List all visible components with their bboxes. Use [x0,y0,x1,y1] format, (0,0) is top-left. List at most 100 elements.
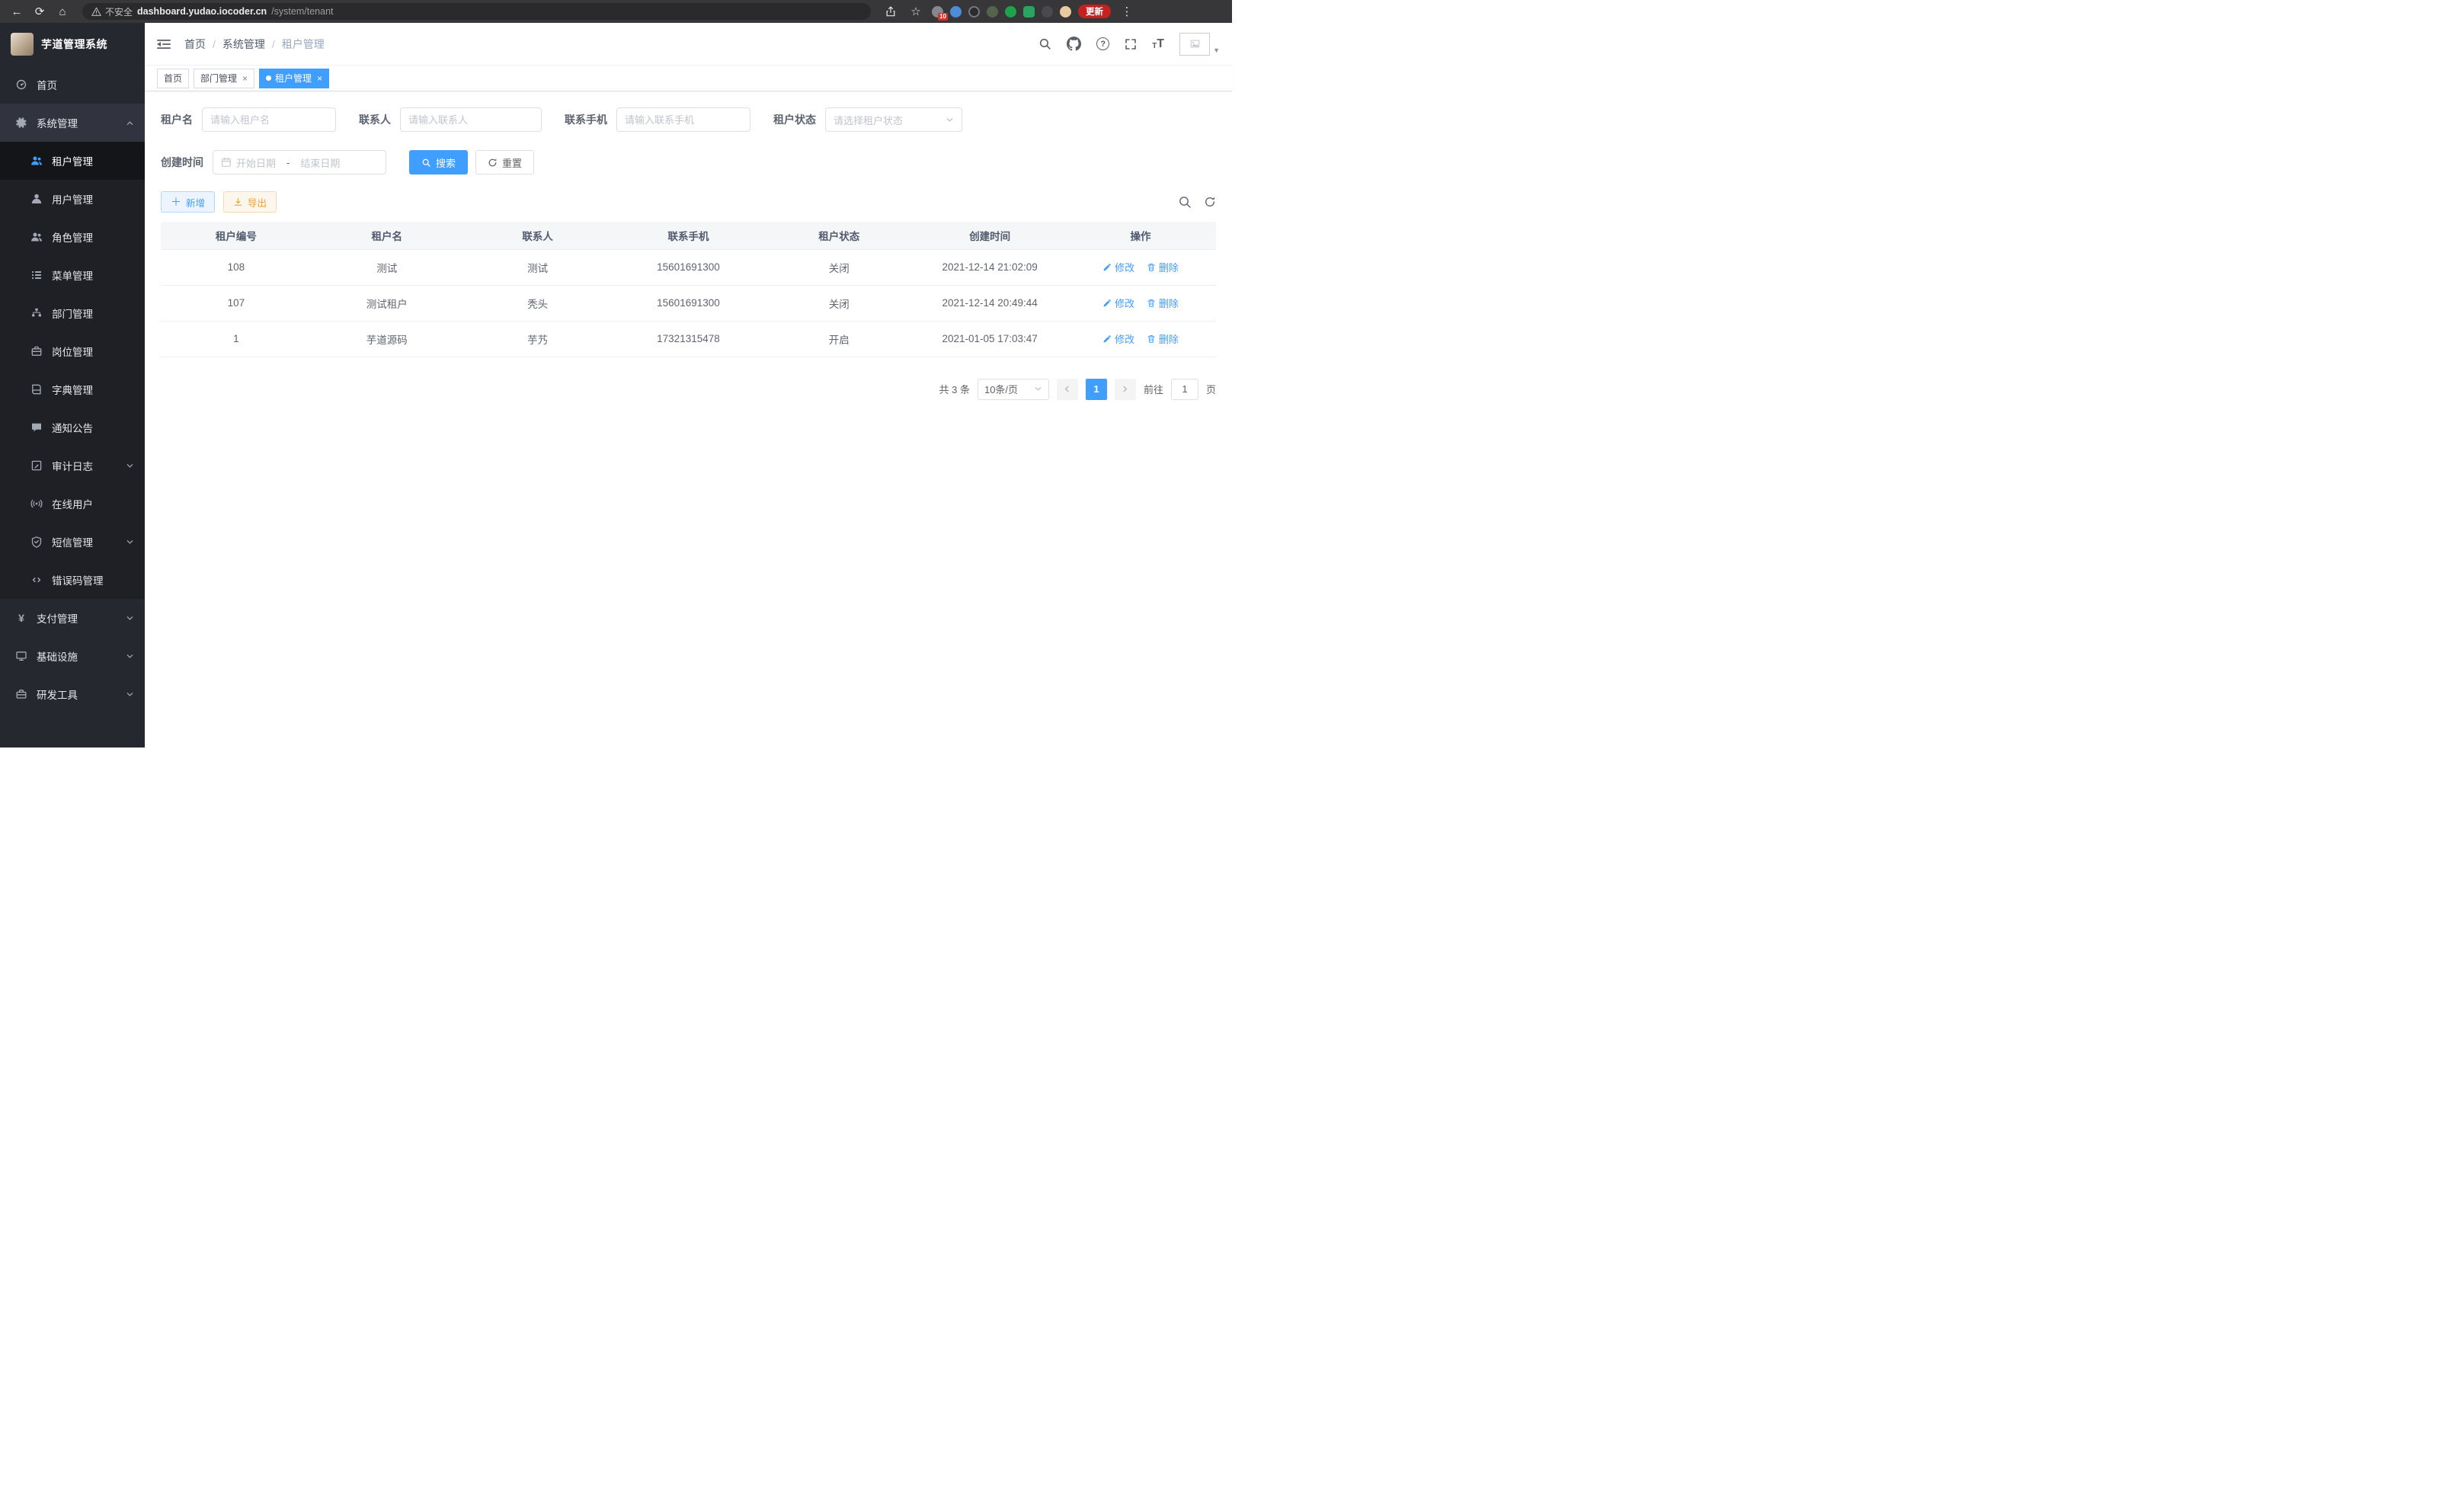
address-bar[interactable]: 不安全 dashboard.yudao.iocoder.cn/system/te… [82,3,871,20]
mini-search-icon[interactable] [1178,195,1192,209]
edit-link[interactable]: 修改 [1102,260,1134,274]
delete-link[interactable]: 删除 [1147,331,1179,346]
extension-icon-6[interactable] [1023,6,1035,18]
roles-icon [30,231,43,243]
cell-contact: 秃头 [462,285,613,321]
delete-link[interactable]: 删除 [1147,296,1179,310]
status-select[interactable]: 请选择租户状态 [825,107,962,132]
tab-home[interactable]: 首页 [157,69,189,88]
page-size-value: 10条/页 [984,382,1018,396]
table-header-row: 租户编号 租户名 联系人 联系手机 租户状态 创建时间 操作 [161,222,1216,249]
sidebar-item-dict[interactable]: 字典管理 [0,370,145,408]
contact-field[interactable] [400,107,542,132]
page-number-button[interactable]: 1 [1086,379,1107,400]
delete-link[interactable]: 删除 [1147,260,1179,274]
sidebar-item-label: 部门管理 [52,306,93,321]
sidebar-item-system[interactable]: 系统管理 [0,104,145,142]
prev-page-button[interactable] [1057,379,1078,400]
github-icon[interactable] [1067,37,1081,51]
share-icon[interactable] [882,3,900,20]
extension-icon-4[interactable] [987,6,998,18]
sidebar-item-label: 角色管理 [52,229,93,245]
sidebar-item-notice[interactable]: 通知公告 [0,408,145,447]
tenant-name-input[interactable] [210,114,328,126]
phone-input[interactable] [625,114,742,126]
app-logo-image [11,33,34,56]
extension-icon-1[interactable]: 10 [932,6,943,18]
sidebar-item-menu[interactable]: 菜单管理 [0,256,145,294]
browser-profile-avatar[interactable] [1060,6,1071,18]
dashboard-icon [15,78,27,91]
bookmark-star-icon[interactable]: ☆ [907,3,925,20]
sidebar-item-infra[interactable]: 基础设施 [0,637,145,675]
chevron-down-icon [1034,385,1042,393]
sidebar-item-home[interactable]: 首页 [0,66,145,104]
browser-update-button[interactable]: 更新 [1078,5,1111,18]
cell-status: 关闭 [763,249,914,285]
app-logo[interactable]: 芋道管理系统 [0,23,145,66]
header-search-icon[interactable] [1038,37,1051,50]
page-size-select[interactable]: 10条/页 [978,379,1049,400]
sidebar-item-audit[interactable]: 审计日志 [0,447,145,485]
extension-icon-3[interactable] [968,6,980,18]
date-range-picker[interactable]: 开始日期 - 结束日期 [213,150,386,174]
cell-phone: 15601691300 [613,285,764,321]
browser-refresh-icon[interactable]: ⟳ [30,3,49,20]
sidebar-item-sms[interactable]: 短信管理 [0,523,145,561]
sidebar-item-dept[interactable]: 部门管理 [0,294,145,332]
user-avatar[interactable]: ▼ [1179,33,1220,56]
pagination: 共 3 条 10条/页 1 前往 页 [161,379,1216,400]
sidebar-item-devtools[interactable]: 研发工具 [0,675,145,713]
tab-label: 首页 [164,72,182,85]
tab-dept[interactable]: 部门管理 × [194,69,254,88]
contact-input[interactable] [408,114,533,126]
list-icon [30,269,43,281]
breadcrumb-home[interactable]: 首页 [184,37,206,52]
sidebar-item-payment[interactable]: ¥ 支付管理 [0,599,145,637]
download-icon [233,197,243,207]
table-row: 108 测试 测试 15601691300 关闭 2021-12-14 21:0… [161,249,1216,285]
close-icon[interactable]: × [242,73,248,84]
edit-link[interactable]: 修改 [1102,331,1134,346]
help-icon[interactable]: ? [1096,37,1109,50]
extension-puzzle-icon[interactable] [1042,6,1053,18]
font-size-icon[interactable]: TT [1152,38,1164,50]
chevron-down-icon [126,652,134,661]
browser-home-icon[interactable]: ⌂ [53,3,72,20]
cell-id: 107 [161,285,312,321]
export-button[interactable]: 导出 [223,191,277,213]
delete-label: 删除 [1159,260,1179,274]
sidebar-item-online[interactable]: 在线用户 [0,485,145,523]
reset-button[interactable]: 重置 [475,150,534,174]
phone-field[interactable] [616,107,750,132]
edit-link[interactable]: 修改 [1102,296,1134,310]
sidebar-item-role[interactable]: 角色管理 [0,218,145,256]
breadcrumb-system[interactable]: 系统管理 [222,37,265,52]
sidebar-item-post[interactable]: 岗位管理 [0,332,145,370]
extension-icon-2[interactable] [950,6,962,18]
security-warning-icon[interactable]: 不安全 [91,5,133,18]
browser-back-icon[interactable]: ← [8,3,26,20]
pencil-icon [1102,263,1112,272]
browser-menu-icon[interactable]: ⋮ [1118,3,1136,20]
next-page-button[interactable] [1115,379,1136,400]
calendar-icon [221,157,232,168]
sidebar-item-errcode[interactable]: 错误码管理 [0,561,145,599]
tab-label: 租户管理 [275,72,312,85]
close-icon[interactable]: × [317,73,322,84]
add-button[interactable]: ＋ 新增 [161,191,215,213]
cell-name: 测试 [312,249,462,285]
refresh-list-icon[interactable] [1204,196,1216,208]
fullscreen-icon[interactable] [1125,38,1137,50]
sidebar-item-tenant[interactable]: 租户管理 [0,142,145,180]
search-button[interactable]: 搜索 [409,150,468,174]
sidebar-toggle-icon[interactable] [157,38,171,50]
tab-tenant[interactable]: 租户管理 × [259,69,329,88]
extension-icon-5[interactable] [1005,6,1016,18]
sidebar-item-user[interactable]: 用户管理 [0,180,145,218]
cell-status: 关闭 [763,285,914,321]
tenant-name-field[interactable] [202,107,336,132]
sidebar-item-label: 首页 [37,77,57,92]
tenant-name-label: 租户名 [161,112,202,127]
goto-page-input[interactable] [1171,379,1198,400]
